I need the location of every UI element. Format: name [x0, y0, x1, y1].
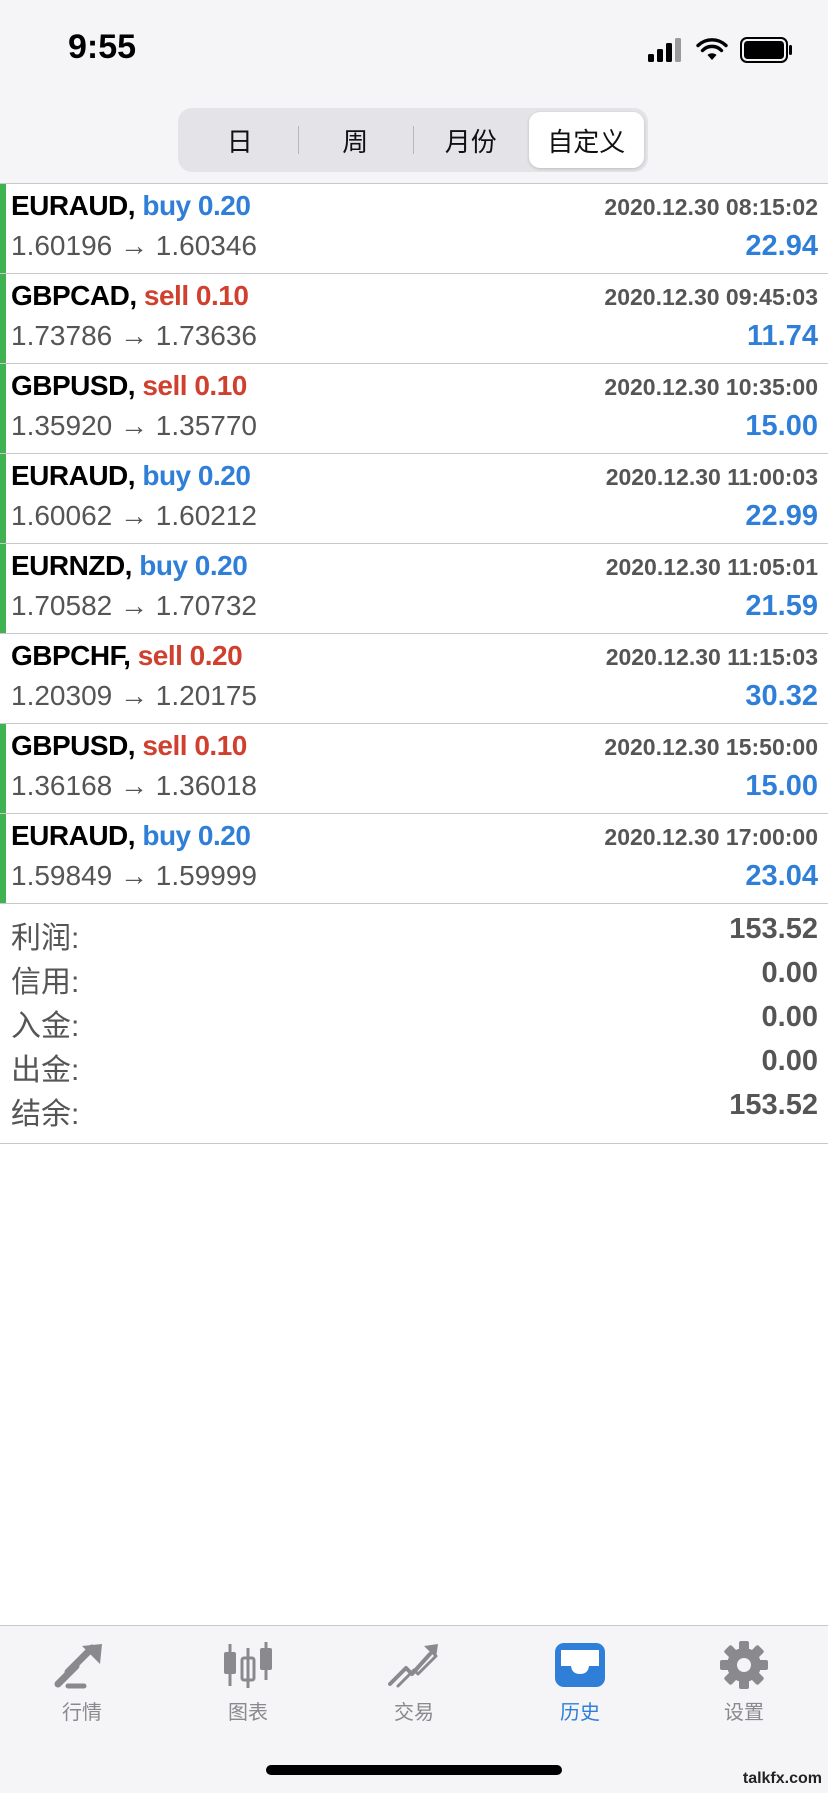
tab-chart[interactable]: 图表	[188, 1640, 308, 1725]
summary-row-withdrawal: 出金: 0.00	[0, 1041, 828, 1087]
trade-symbol: EURAUD,	[11, 190, 136, 221]
summary-label: 利润:	[11, 922, 80, 955]
tab-label: 行情	[62, 1702, 102, 1724]
trade-symbol: EURAUD,	[11, 820, 136, 851]
home-indicator[interactable]	[266, 1765, 562, 1775]
segment-custom[interactable]: 自定义	[528, 112, 644, 168]
trade-time: 2020.12.30 10:35:00	[604, 374, 818, 400]
trade-direction-volume: sell 0.20	[137, 640, 243, 671]
trade-direction-volume: sell 0.10	[142, 370, 247, 401]
trade-symbol: GBPCHF,	[11, 640, 131, 671]
summary-label: 出金:	[11, 1054, 80, 1087]
summary-label: 结余:	[11, 1098, 80, 1131]
trade-history-list: EURAUD, buy 0.20 2020.12.30 08:15:02 1.6…	[0, 184, 828, 904]
trade-symbol: GBPCAD,	[11, 280, 137, 311]
trade-time: 2020.12.30 09:45:03	[604, 284, 818, 310]
trade-symbol: EURNZD,	[11, 550, 132, 581]
chart-icon	[224, 1642, 272, 1688]
segment-month[interactable]: 月份	[413, 112, 529, 168]
trade-time: 2020.12.30 11:00:03	[605, 464, 818, 490]
summary-value: 0.00	[761, 957, 818, 989]
trade-direction-volume: buy 0.20	[139, 550, 248, 581]
summary-label: 入金:	[11, 1010, 80, 1043]
tab-trade[interactable]: 交易	[354, 1640, 474, 1725]
settings-icon	[720, 1641, 768, 1689]
history-icon	[555, 1643, 605, 1687]
trade-profit: 11.74	[747, 320, 818, 352]
trade-prices: 1.60062 → 1.60212	[11, 500, 257, 531]
trade-prices: 1.60196 → 1.60346	[11, 230, 257, 261]
trade-time: 2020.12.30 15:50:00	[604, 734, 818, 760]
account-summary: 利润: 153.52 信用: 0.00 入金: 0.00 出金: 0.00 结余…	[0, 903, 828, 1144]
tab-label: 图表	[228, 1702, 268, 1724]
trade-prices: 1.36168 → 1.36018	[11, 770, 257, 801]
trade-direction-volume: sell 0.10	[142, 730, 247, 761]
segment-day[interactable]: 日	[182, 112, 298, 168]
wifi-icon	[696, 38, 728, 60]
trade-row[interactable]: EURAUD, buy 0.20 2020.12.30 11:00:03 1.6…	[0, 454, 828, 544]
trade-symbol: GBPUSD,	[11, 370, 136, 401]
trade-profit: 30.32	[745, 680, 818, 712]
tab-label: 历史	[560, 1702, 600, 1724]
trade-profit: 22.99	[745, 500, 818, 532]
trade-row[interactable]: GBPUSD, sell 0.10 2020.12.30 15:50:00 1.…	[0, 724, 828, 814]
trade-profit: 15.00	[745, 770, 818, 802]
battery-icon	[740, 37, 792, 63]
summary-value: 0.00	[761, 1045, 818, 1077]
status-icons	[648, 36, 794, 64]
trade-row[interactable]: EURAUD, buy 0.20 2020.12.30 08:15:02 1.6…	[0, 184, 828, 274]
summary-label: 信用:	[11, 966, 80, 999]
trade-direction-volume: sell 0.10	[143, 280, 249, 311]
tab-quotes[interactable]: 行情	[22, 1640, 142, 1725]
trade-icon	[388, 1644, 438, 1688]
tab-label: 交易	[394, 1702, 434, 1724]
summary-value: 0.00	[761, 1001, 818, 1033]
period-filter-bar: 日 周 月份 自定义	[0, 95, 828, 184]
trade-prices: 1.59849 → 1.59999	[11, 860, 257, 891]
trade-direction-volume: buy 0.20	[142, 190, 251, 221]
summary-value: 153.52	[729, 1089, 818, 1121]
summary-row-profit: 利润: 153.52	[0, 909, 828, 955]
status-time: 9:55	[68, 28, 137, 66]
tab-label: 设置	[724, 1702, 764, 1724]
summary-row-credit: 信用: 0.00	[0, 953, 828, 999]
trade-prices: 1.73786 → 1.73636	[11, 320, 257, 351]
trade-time: 2020.12.30 08:15:02	[604, 194, 818, 220]
watermark: talkfx.com	[742, 1770, 822, 1787]
segment-week[interactable]: 周	[297, 112, 414, 168]
tab-settings[interactable]: 设置	[684, 1640, 804, 1725]
trade-time: 2020.12.30 17:00:00	[604, 824, 818, 850]
trade-profit: 23.04	[745, 860, 818, 892]
trade-prices: 1.70582 → 1.70732	[11, 590, 257, 621]
trade-row[interactable]: GBPCAD, sell 0.10 2020.12.30 09:45:03 1.…	[0, 274, 828, 364]
trade-direction-volume: buy 0.20	[142, 460, 251, 491]
trade-prices: 1.20309 → 1.20175	[11, 680, 257, 711]
period-segmented-control: 日 周 月份 自定义	[178, 108, 648, 172]
trade-prices: 1.35920 → 1.35770	[11, 410, 257, 441]
trade-row[interactable]: GBPUSD, sell 0.10 2020.12.30 10:35:00 1.…	[0, 364, 828, 454]
trade-row[interactable]: EURNZD, buy 0.20 2020.12.30 11:05:01 1.7…	[0, 544, 828, 634]
summary-row-deposit: 入金: 0.00	[0, 997, 828, 1043]
summary-row-balance: 结余: 153.52	[0, 1085, 828, 1131]
cellular-signal-icon	[648, 38, 681, 62]
trade-time: 2020.12.30 11:15:03	[605, 644, 818, 670]
trade-row[interactable]: GBPCHF, sell 0.20 2020.12.30 11:15:03 1.…	[0, 634, 828, 724]
trade-symbol: GBPUSD,	[11, 730, 136, 761]
quotes-icon	[54, 1644, 102, 1689]
trade-direction-volume: buy 0.20	[142, 820, 251, 851]
summary-value: 153.52	[729, 913, 818, 945]
tab-history[interactable]: 历史	[520, 1640, 640, 1725]
trade-time: 2020.12.30 11:05:01	[605, 554, 818, 580]
trade-symbol: EURAUD,	[11, 460, 136, 491]
status-bar: 9:55	[0, 0, 828, 95]
trade-profit: 21.59	[745, 590, 818, 622]
trade-profit: 22.94	[745, 230, 818, 262]
trade-row[interactable]: EURAUD, buy 0.20 2020.12.30 17:00:00 1.5…	[0, 814, 828, 904]
trade-profit: 15.00	[745, 410, 818, 442]
